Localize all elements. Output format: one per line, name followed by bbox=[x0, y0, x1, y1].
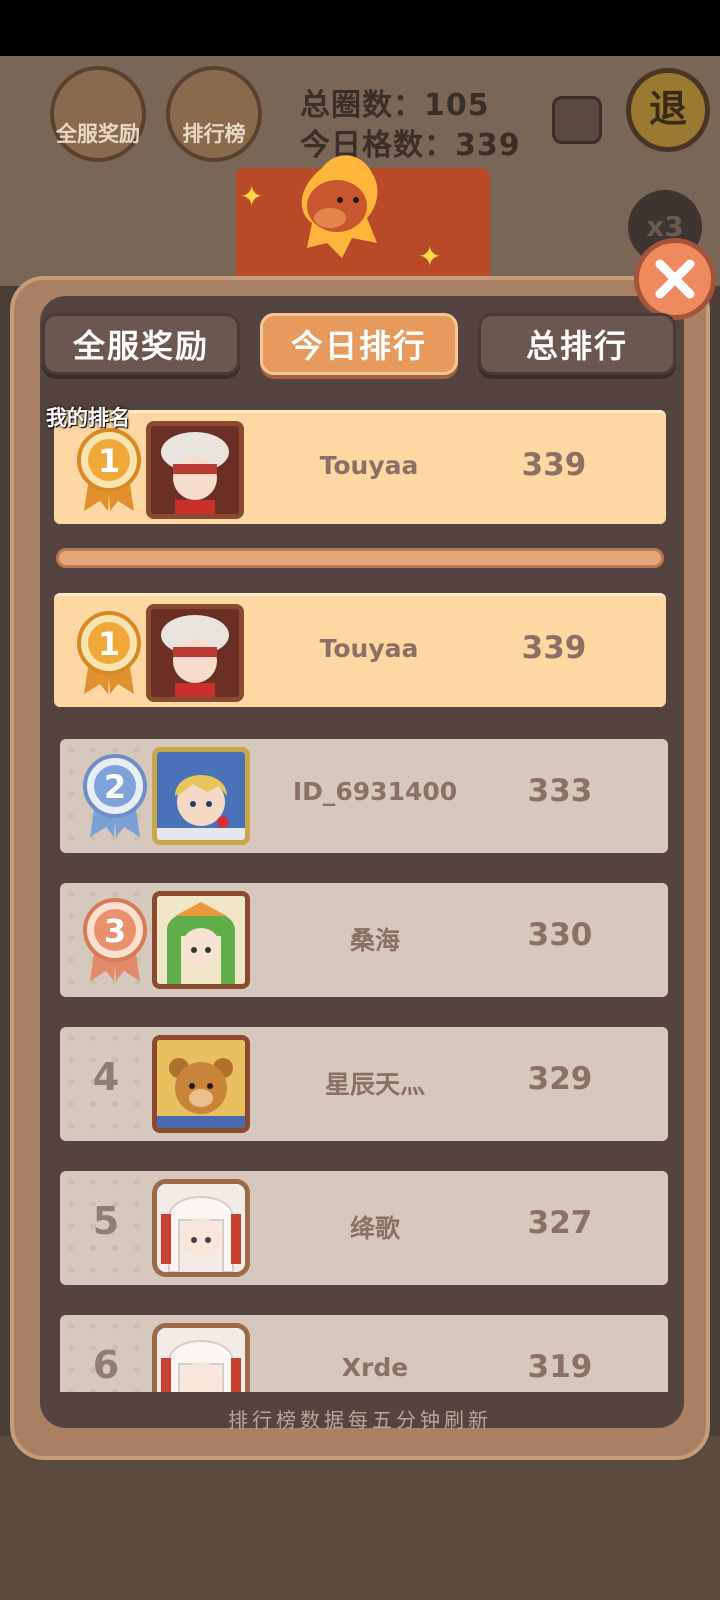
player-score: 327 bbox=[527, 1205, 593, 1241]
rank-number: 6 bbox=[92, 1343, 120, 1387]
leaderboard-row[interactable]: 1 Touyaa 339 bbox=[54, 593, 666, 707]
player-score: 329 bbox=[527, 1061, 593, 1097]
leaderboard-row[interactable]: 4 星辰天灬 329 bbox=[60, 1027, 668, 1141]
leaderboard-row[interactable]: 2 ID_6931400 333 bbox=[60, 739, 668, 853]
avatar bbox=[152, 1323, 250, 1392]
player-name: 星辰天灬 bbox=[324, 1070, 425, 1099]
avatar bbox=[152, 747, 250, 845]
leaderboard-row[interactable]: 5 绛歌 327 bbox=[60, 1171, 668, 1285]
avatar bbox=[152, 1179, 250, 1277]
player-name: 桑海 bbox=[349, 926, 400, 955]
medal-number: 2 bbox=[104, 768, 126, 806]
player-name: Touyaa bbox=[319, 634, 419, 663]
refresh-note: 排行榜数据每五分钟刷新 bbox=[228, 1408, 492, 1432]
player-score: 319 bbox=[527, 1349, 593, 1385]
avatar bbox=[152, 891, 250, 989]
leaderboard-row[interactable]: 3 桑海 330 bbox=[60, 883, 668, 997]
player-name: 绛歌 bbox=[349, 1214, 400, 1243]
player-name: Xrde bbox=[341, 1353, 409, 1382]
medal-number: 3 bbox=[104, 912, 126, 950]
player-score: 330 bbox=[527, 917, 593, 953]
my-rank-label: 我的排名 bbox=[46, 406, 130, 430]
player-score: 339 bbox=[521, 630, 587, 666]
avatar bbox=[152, 1035, 250, 1133]
gold-medal-icon: 1 bbox=[77, 611, 141, 694]
player-score: 333 bbox=[527, 773, 593, 809]
leaderboard-list[interactable]: 1 Touyaa 339 2 ID_6931400 333 3 桑海 330 4… bbox=[0, 0, 720, 1392]
player-name: ID_6931400 bbox=[292, 777, 458, 806]
silver-medal-icon: 2 bbox=[83, 754, 147, 837]
rank-number: 5 bbox=[92, 1199, 120, 1243]
leaderboard-row[interactable]: 6 Xrde 319 bbox=[60, 1315, 668, 1392]
bronze-medal-icon: 3 bbox=[83, 898, 147, 981]
avatar bbox=[146, 604, 244, 702]
medal-number: 1 bbox=[98, 625, 120, 663]
rank-number: 4 bbox=[92, 1055, 120, 1099]
